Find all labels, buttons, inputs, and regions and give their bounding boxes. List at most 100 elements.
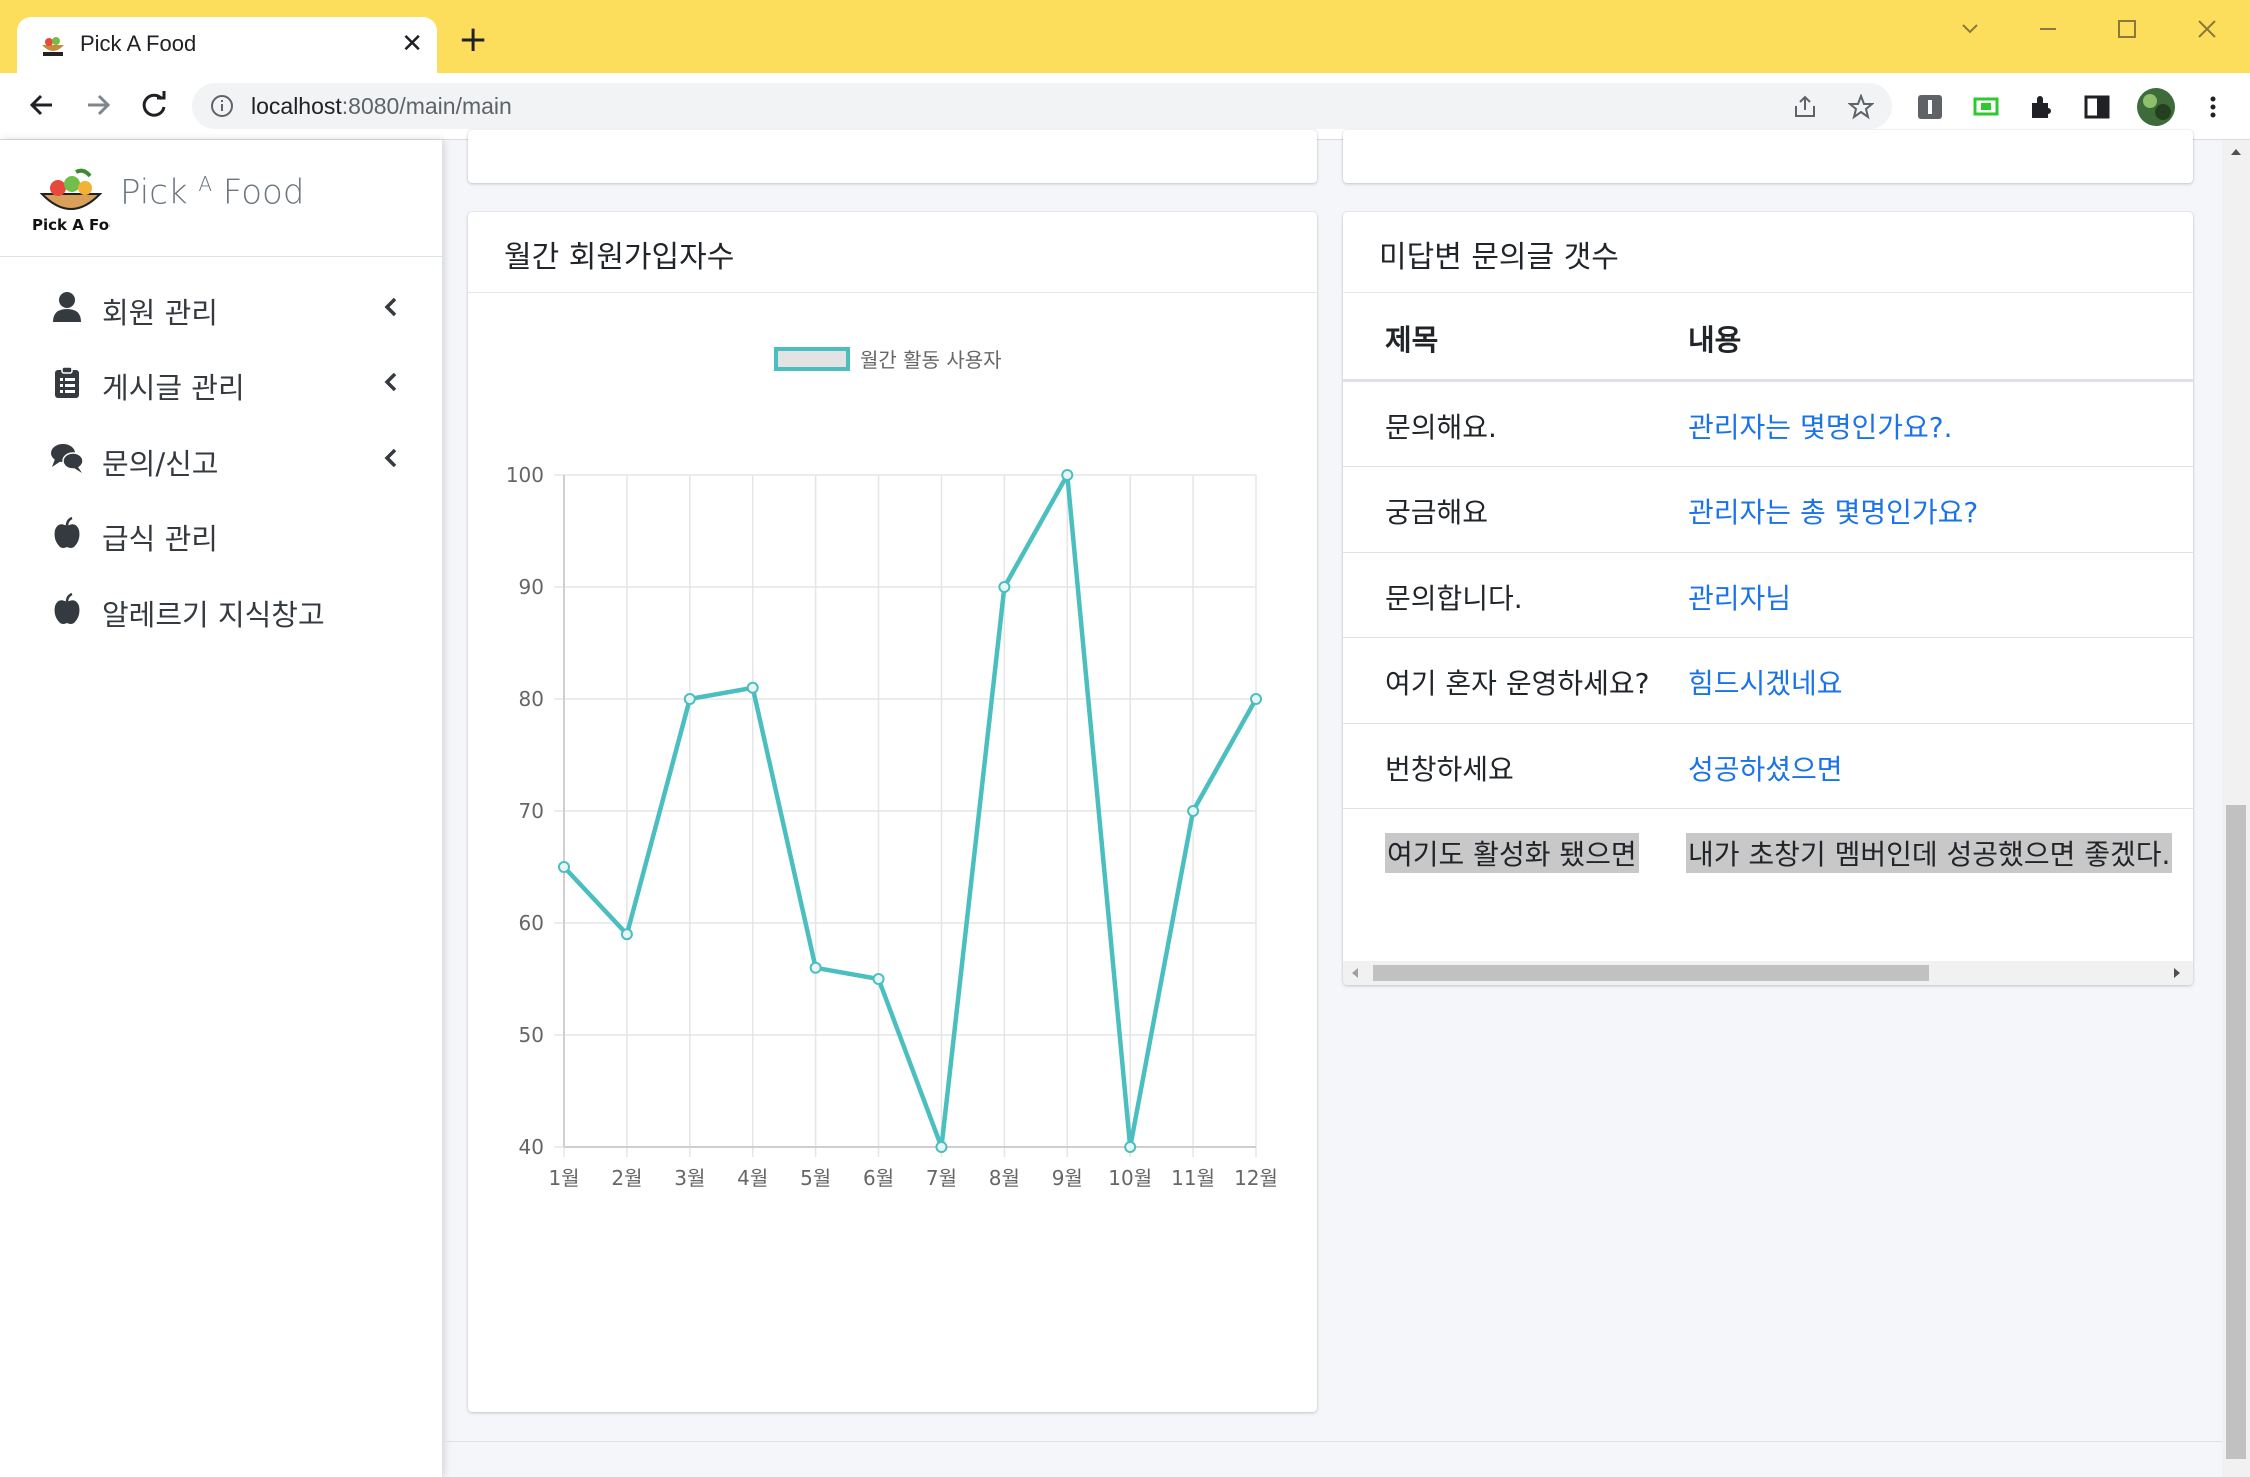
url-text[interactable]: localhost:8080/main/main <box>251 93 512 120</box>
sidebar-item-label: 게시글 관리 <box>102 371 245 405</box>
row-title: 번창하세요 <box>1385 753 1514 786</box>
extension-screen-icon[interactable] <box>1973 94 1999 120</box>
row-content-link[interactable]: 관리자는 몇명인가요?. <box>1688 406 1953 446</box>
data-point <box>558 861 570 873</box>
x-tick-label: 3월 <box>674 1166 705 1190</box>
data-point <box>935 1141 948 1153</box>
browser-tab[interactable]: Pick A Food ✕ <box>17 17 437 73</box>
row-content-link[interactable]: 관리자는 총 몇명인가요? <box>1688 491 1978 531</box>
sidebar-item-meals[interactable]: 급식 관리 <box>50 508 410 558</box>
back-arrow-icon[interactable] <box>24 87 60 123</box>
horizontal-scrollbar[interactable] <box>1343 961 2193 985</box>
reload-icon[interactable] <box>136 87 172 123</box>
site-info-icon[interactable] <box>210 94 234 118</box>
chevron-left-icon[interactable] <box>382 296 400 318</box>
row-content-link[interactable]: 관리자님 <box>1688 577 1791 617</box>
card-title: 미답변 문의글 갯수 <box>1379 240 1619 275</box>
x-tick-label: 10월 <box>1108 1166 1152 1190</box>
horizontal-scroll-thumb[interactable] <box>1373 965 1929 981</box>
comments-icon <box>51 444 84 473</box>
x-tick-label: 2월 <box>611 1166 642 1190</box>
vertical-scroll-thumb[interactable] <box>2226 805 2246 1459</box>
scroll-left-arrow-icon[interactable] <box>1349 967 1361 979</box>
tab-title: Pick A Food <box>80 31 197 56</box>
data-point <box>1124 1141 1137 1153</box>
share-icon[interactable] <box>1792 94 1818 120</box>
previous-card-left <box>468 130 1317 183</box>
x-tick-label: 5월 <box>800 1166 831 1190</box>
data-point <box>809 961 822 974</box>
row-title: 여기 혼자 운영하세요? <box>1385 667 1650 700</box>
table-row[interactable]: 문의합니다. 관리자님 <box>1343 552 2193 637</box>
signup-line-chart: 40 50 60 70 80 90 100 1월 2월 3월 4월 5월 6월 7월 8월 9월 10월 11월 1… <box>506 347 1278 1190</box>
table-header: 제목 내용 <box>1343 293 2193 382</box>
y-tick-label: 60 <box>519 911 544 935</box>
table-row[interactable]: 궁금해요 관리자는 총 몇명인가요? <box>1343 466 2193 551</box>
sidebar-item-label: 회원 관리 <box>102 296 218 330</box>
row-title: 문의해요. <box>1385 411 1497 444</box>
forward-arrow-icon[interactable] <box>80 87 116 123</box>
footer-divider <box>442 1441 2222 1442</box>
x-tick-label: 9월 <box>1052 1166 1083 1190</box>
x-tick-label: 7월 <box>926 1166 957 1190</box>
profile-avatar[interactable] <box>2136 87 2176 127</box>
user-icon <box>53 292 81 322</box>
y-tick-label: 50 <box>519 1023 544 1047</box>
brand-link[interactable]: Pick A Food Pick A Food <box>0 140 442 257</box>
browser-titlebar: Pick A Food ✕ + <box>0 0 2250 73</box>
row-title: 문의합니다. <box>1385 582 1523 615</box>
brand-logo: Pick A Food <box>32 168 110 232</box>
row-content-selected[interactable]: 내가 초창기 멤버인데 성공했으면 좋겠다. <box>1686 833 2173 873</box>
y-tick-label: 100 <box>506 463 544 487</box>
sidebar-item-inquiries[interactable]: 문의/신고 <box>50 433 410 483</box>
data-point <box>998 581 1011 593</box>
scroll-up-arrow-icon[interactable] <box>2230 146 2242 158</box>
close-window-icon[interactable] <box>2192 14 2222 44</box>
new-tab-button[interactable]: + <box>458 22 488 58</box>
favicon-icon <box>42 37 64 56</box>
legend-label: 월간 활동 사용자 <box>860 348 1002 372</box>
column-header-content: 내용 <box>1688 323 1742 357</box>
maximize-icon[interactable] <box>2112 14 2142 44</box>
table-row[interactable]: 번창하세요 성공하셨으면 <box>1343 723 2193 808</box>
y-tick-label: 80 <box>519 687 544 711</box>
page-vertical-scrollbar[interactable] <box>2222 140 2250 1477</box>
bookmark-star-icon[interactable] <box>1848 94 1874 120</box>
y-tick-label: 70 <box>519 799 544 823</box>
chevron-left-icon[interactable] <box>382 447 400 469</box>
extensions-puzzle-icon[interactable] <box>2028 94 2054 120</box>
table-row[interactable]: 여기 혼자 운영하세요? 힘드시겠네요 <box>1343 637 2193 722</box>
side-panel-icon[interactable] <box>2084 94 2110 120</box>
row-title: 궁금해요 <box>1385 496 1489 529</box>
y-tick-label: 40 <box>519 1135 544 1159</box>
apple-icon <box>54 516 80 548</box>
apple-icon <box>54 592 80 624</box>
chevron-left-icon[interactable] <box>382 371 400 393</box>
brand-name: Pick A Food <box>120 172 305 213</box>
minimize-icon[interactable] <box>2033 14 2063 44</box>
column-header-title: 제목 <box>1385 323 1439 357</box>
address-bar[interactable]: localhost:8080/main/main <box>192 83 1892 129</box>
scroll-right-arrow-icon[interactable] <box>2171 967 2183 979</box>
card-header: 월간 회원가입자수 <box>468 212 1317 293</box>
table-row[interactable]: 문의해요. 관리자는 몇명인가요?. <box>1343 381 2193 466</box>
sidebar-item-label: 알레르기 지식창고 <box>102 598 325 632</box>
close-tab-icon[interactable]: ✕ <box>401 29 423 59</box>
x-tick-label: 6월 <box>863 1166 894 1190</box>
table-row[interactable]: 여기도 활성화 됐으면 내가 초창기 멤버인데 성공했으면 좋겠다. <box>1343 808 2193 893</box>
extension-i-icon[interactable] <box>1917 94 1943 120</box>
browser-menu-icon[interactable] <box>2200 94 2226 120</box>
sidebar-item-posts[interactable]: 게시글 관리 <box>50 357 410 407</box>
row-content-link[interactable]: 성공하셨으면 <box>1688 748 1843 788</box>
row-content-link[interactable]: 힘드시겠네요 <box>1688 662 1843 702</box>
data-point <box>1250 693 1262 705</box>
sidebar-item-members[interactable]: 회원 관리 <box>50 282 410 332</box>
signup-chart-card: 월간 회원가입자수 40 50 60 70 80 90 100 1월 2월 3월 4월 5월 6월 7월 8… <box>468 212 1317 1412</box>
data-point <box>1187 805 1200 817</box>
sidebar-item-allergy[interactable]: 알레르기 지식창고 <box>50 584 410 634</box>
sidebar-item-label: 문의/신고 <box>102 447 219 481</box>
data-point <box>746 681 759 694</box>
data-point <box>683 693 696 705</box>
tab-search-icon[interactable] <box>1955 14 1985 44</box>
x-tick-label: 11월 <box>1171 1166 1215 1190</box>
